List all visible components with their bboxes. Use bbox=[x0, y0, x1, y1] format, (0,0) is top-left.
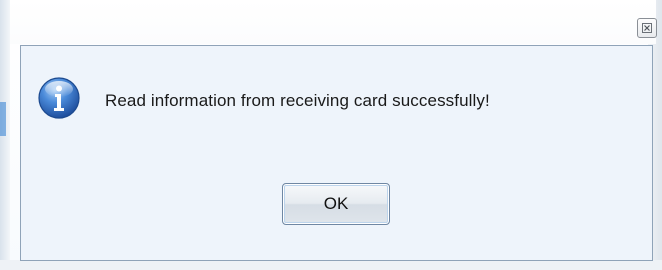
screen: Read information from receiving card suc… bbox=[0, 0, 662, 270]
background-window-edge bbox=[0, 0, 10, 270]
background-window-edge-bottom bbox=[0, 260, 662, 270]
ok-button[interactable]: OK bbox=[282, 183, 390, 225]
close-icon bbox=[642, 23, 652, 33]
close-button[interactable] bbox=[637, 18, 657, 38]
message-dialog: Read information from receiving card suc… bbox=[20, 45, 653, 261]
background-window-accent bbox=[0, 102, 6, 136]
dialog-titlebar bbox=[10, 0, 657, 44]
dialog-message: Read information from receiving card suc… bbox=[105, 91, 490, 110]
info-icon bbox=[37, 76, 81, 120]
